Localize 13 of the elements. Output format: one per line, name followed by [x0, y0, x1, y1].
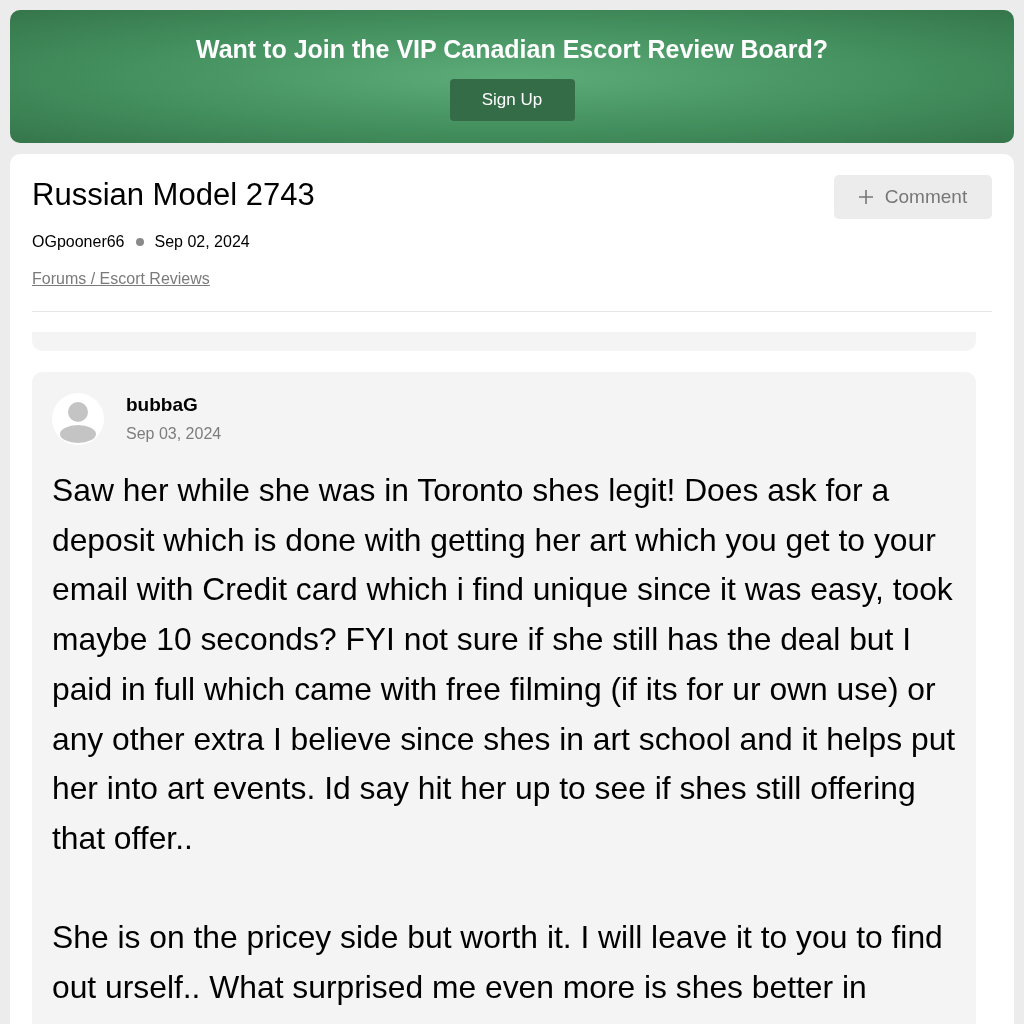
comment-text: Saw her while she was in Toronto shes legit! Does ask for a deposit which is done with getting her art which you get to your email with Credit card which i find unique since it was easy, took maybe 10 seconds? FYI not sure if she still has the deal but I paid in full which came with free filming (if its for ur own use) or any other extra I believe since shes in art school and it helps put her into art events. Id say hit her up to see if shes still offering that offer.. [52, 471, 956, 858]
thread-title: Russian Model 2743 [32, 176, 315, 214]
comment-button[interactable]: Comment [834, 175, 992, 219]
plus-icon [858, 190, 873, 204]
comment-text: She is on the pricey side but worth it. I will leave it to you to find out urself.. What surprised me even more is shes better in [52, 918, 944, 1007]
sign-up-button[interactable]: Sign Up [449, 79, 575, 121]
thread-author: OGpooner66 [32, 232, 125, 252]
avatar-icon [52, 393, 104, 445]
comment-author: bubbaG [126, 393, 199, 417]
banner-title: Want to Join the VIP Canadian Escort Review Board? [195, 34, 829, 64]
comment-date: Sep 03, 2024 [126, 424, 222, 444]
breadcrumb-link[interactable]: Forums / Escort Reviews [32, 269, 210, 289]
thread-date: Sep 02, 2024 [154, 232, 250, 252]
